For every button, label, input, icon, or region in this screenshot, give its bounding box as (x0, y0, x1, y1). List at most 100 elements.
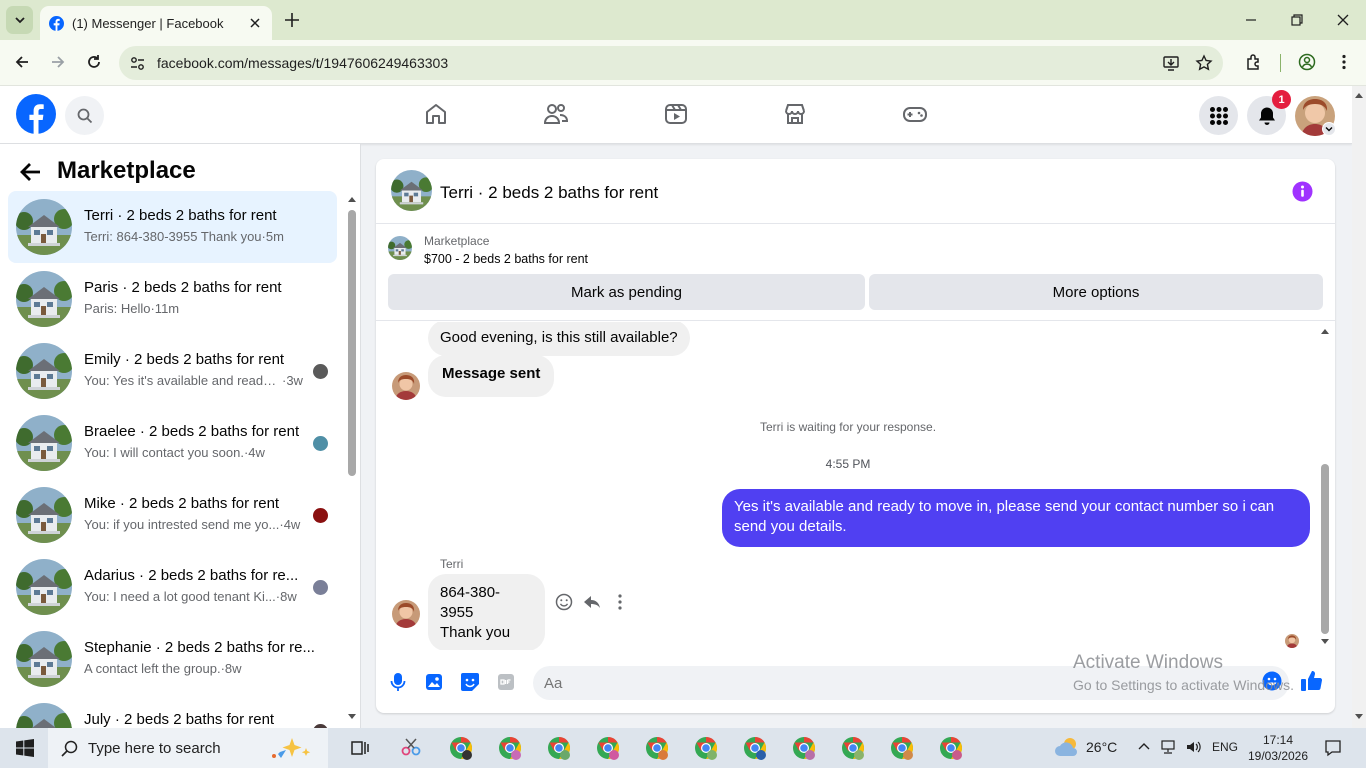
conversation-item[interactable]: Paris · 2 beds 2 baths for rent Paris: H… (8, 263, 337, 335)
incoming-message[interactable]: 864-380-3955 Thank you (428, 574, 545, 650)
conversation-item[interactable]: Braelee · 2 beds 2 baths for rent You: I… (8, 407, 337, 479)
close-window-icon[interactable] (1335, 12, 1351, 28)
action-center-icon[interactable] (1324, 739, 1342, 757)
chevron-up-icon[interactable] (1138, 741, 1150, 753)
seen-avatar (313, 436, 328, 451)
chat-scrollbar[interactable] (1319, 325, 1331, 649)
conversation-name: Braelee · 2 beds 2 baths for rent (84, 423, 300, 440)
react-smiley-icon[interactable] (555, 593, 573, 611)
attach-photo-icon[interactable] (425, 672, 443, 692)
home-icon[interactable] (424, 102, 448, 126)
extensions-icon[interactable] (1245, 53, 1263, 71)
new-tab-icon[interactable] (283, 11, 301, 29)
reload-icon[interactable] (85, 53, 103, 71)
conversation-list-scrollbar[interactable] (345, 192, 359, 728)
network-icon[interactable] (1160, 740, 1176, 754)
profile-icon[interactable] (1298, 53, 1316, 71)
conversation-item[interactable]: Terri · 2 beds 2 baths for rent Terri: 8… (8, 191, 337, 263)
address-bar[interactable]: facebook.com/messages/t/1947606249463303 (119, 46, 1223, 80)
mark-as-pending-button[interactable]: Mark as pending (388, 274, 865, 310)
close-tab-icon[interactable] (247, 15, 263, 31)
more-options-button[interactable]: More options (869, 274, 1323, 310)
account-menu-caret[interactable] (1322, 122, 1336, 136)
chrome-profile-icon[interactable] (645, 736, 669, 760)
minimize-window-icon[interactable] (1243, 12, 1259, 28)
chat-title[interactable]: Terri · 2 beds 2 baths for rent (440, 183, 658, 203)
scrollbar-thumb[interactable] (348, 210, 356, 476)
windows-start-icon[interactable] (16, 739, 34, 757)
facebook-logo-icon[interactable] (16, 94, 56, 134)
task-view-icon[interactable] (348, 736, 372, 760)
listing-thumbnail-small[interactable] (388, 236, 412, 260)
chrome-profile-icon[interactable] (792, 736, 816, 760)
scroll-up-icon[interactable] (348, 196, 356, 202)
gaming-icon[interactable] (902, 102, 928, 126)
conversation-item[interactable]: Mike · 2 beds 2 baths for rent You: if y… (8, 479, 337, 551)
listing-thumbnail (16, 703, 72, 728)
browser-menu-icon[interactable] (1335, 53, 1353, 71)
forward-icon[interactable] (49, 53, 67, 71)
scroll-up-icon[interactable] (1355, 92, 1363, 98)
incoming-message[interactable]: Good evening, is this still available? (428, 322, 690, 356)
install-app-icon[interactable] (1162, 54, 1180, 72)
search-button[interactable] (65, 96, 104, 135)
system-clock[interactable]: 17:14 19/03/2026 (1246, 732, 1310, 764)
sticker-icon[interactable] (460, 672, 480, 692)
read-receipt-avatar (1285, 634, 1299, 648)
tab-search-button[interactable] (6, 6, 33, 34)
friends-icon[interactable] (543, 102, 569, 126)
message-input[interactable] (533, 666, 1289, 700)
conversation-item[interactable]: Emily · 2 beds 2 baths for rent You: Yes… (8, 335, 337, 407)
conversation-item[interactable]: Adarius · 2 beds 2 baths for re... You: … (8, 551, 337, 623)
chrome-profile-icon[interactable] (694, 736, 718, 760)
scrollbar-thumb[interactable] (1321, 464, 1329, 634)
weather-widget[interactable]: 26°C (1054, 736, 1117, 758)
facebook-header (0, 86, 1352, 144)
snipping-tool-icon[interactable] (399, 736, 423, 760)
panel-title: Marketplace (57, 157, 196, 184)
clock-time: 17:14 (1262, 733, 1294, 747)
site-settings-icon[interactable] (129, 55, 146, 72)
scroll-down-icon[interactable] (1355, 714, 1363, 720)
house-photo-icon (16, 415, 72, 471)
microphone-icon[interactable] (390, 672, 406, 692)
page-scrollbar[interactable] (1352, 86, 1366, 728)
volume-icon[interactable] (1186, 740, 1202, 754)
back-arrow-icon[interactable] (20, 162, 42, 182)
chrome-profile-icon[interactable] (743, 736, 767, 760)
emoji-icon[interactable] (1262, 671, 1282, 691)
menu-button[interactable] (1199, 96, 1238, 135)
conversation-item[interactable]: July · 2 beds 2 baths for rent (8, 695, 337, 728)
video-icon[interactable] (664, 102, 688, 126)
taskbar-search-box[interactable]: Type here to search (48, 728, 328, 768)
info-icon[interactable] (1292, 181, 1313, 202)
scroll-down-icon[interactable] (348, 714, 356, 720)
gif-icon[interactable] (497, 672, 515, 692)
chrome-profile-icon[interactable] (890, 736, 914, 760)
message-line: 864-380-3955 (440, 584, 501, 621)
browser-tab-active[interactable]: (1) Messenger | Facebook (40, 6, 272, 40)
chrome-profile-icon[interactable] (841, 736, 865, 760)
chrome-profile-icon[interactable] (498, 736, 522, 760)
listing-title[interactable]: $700 - 2 beds 2 baths for rent (424, 252, 588, 266)
thumbs-up-icon[interactable] (1300, 669, 1324, 693)
more-actions-icon[interactable] (612, 593, 628, 611)
chrome-profile-icon[interactable] (449, 736, 473, 760)
bookmark-star-icon[interactable] (1195, 54, 1213, 72)
chrome-profile-icon[interactable] (596, 736, 620, 760)
conversation-item[interactable]: Stephanie · 2 beds 2 baths for re... A c… (8, 623, 337, 695)
input-language[interactable]: ENG (1212, 740, 1238, 754)
chat-listing-avatar[interactable] (391, 170, 432, 211)
reply-icon[interactable] (583, 593, 601, 611)
chrome-profile-icon[interactable] (939, 736, 963, 760)
marketplace-icon[interactable] (783, 102, 807, 126)
outgoing-auto-message[interactable]: Message sent (428, 355, 555, 397)
chrome-profile-icon[interactable] (547, 736, 571, 760)
house-photo-icon (16, 631, 72, 687)
restore-window-icon[interactable] (1289, 12, 1305, 28)
scroll-up-icon[interactable] (1321, 328, 1329, 334)
outgoing-message[interactable]: Yes it's available and ready to move in,… (722, 489, 1310, 547)
scroll-down-icon[interactable] (1321, 639, 1329, 645)
url-text[interactable]: facebook.com/messages/t/1947606249463303 (157, 55, 448, 71)
back-icon[interactable] (13, 53, 31, 71)
